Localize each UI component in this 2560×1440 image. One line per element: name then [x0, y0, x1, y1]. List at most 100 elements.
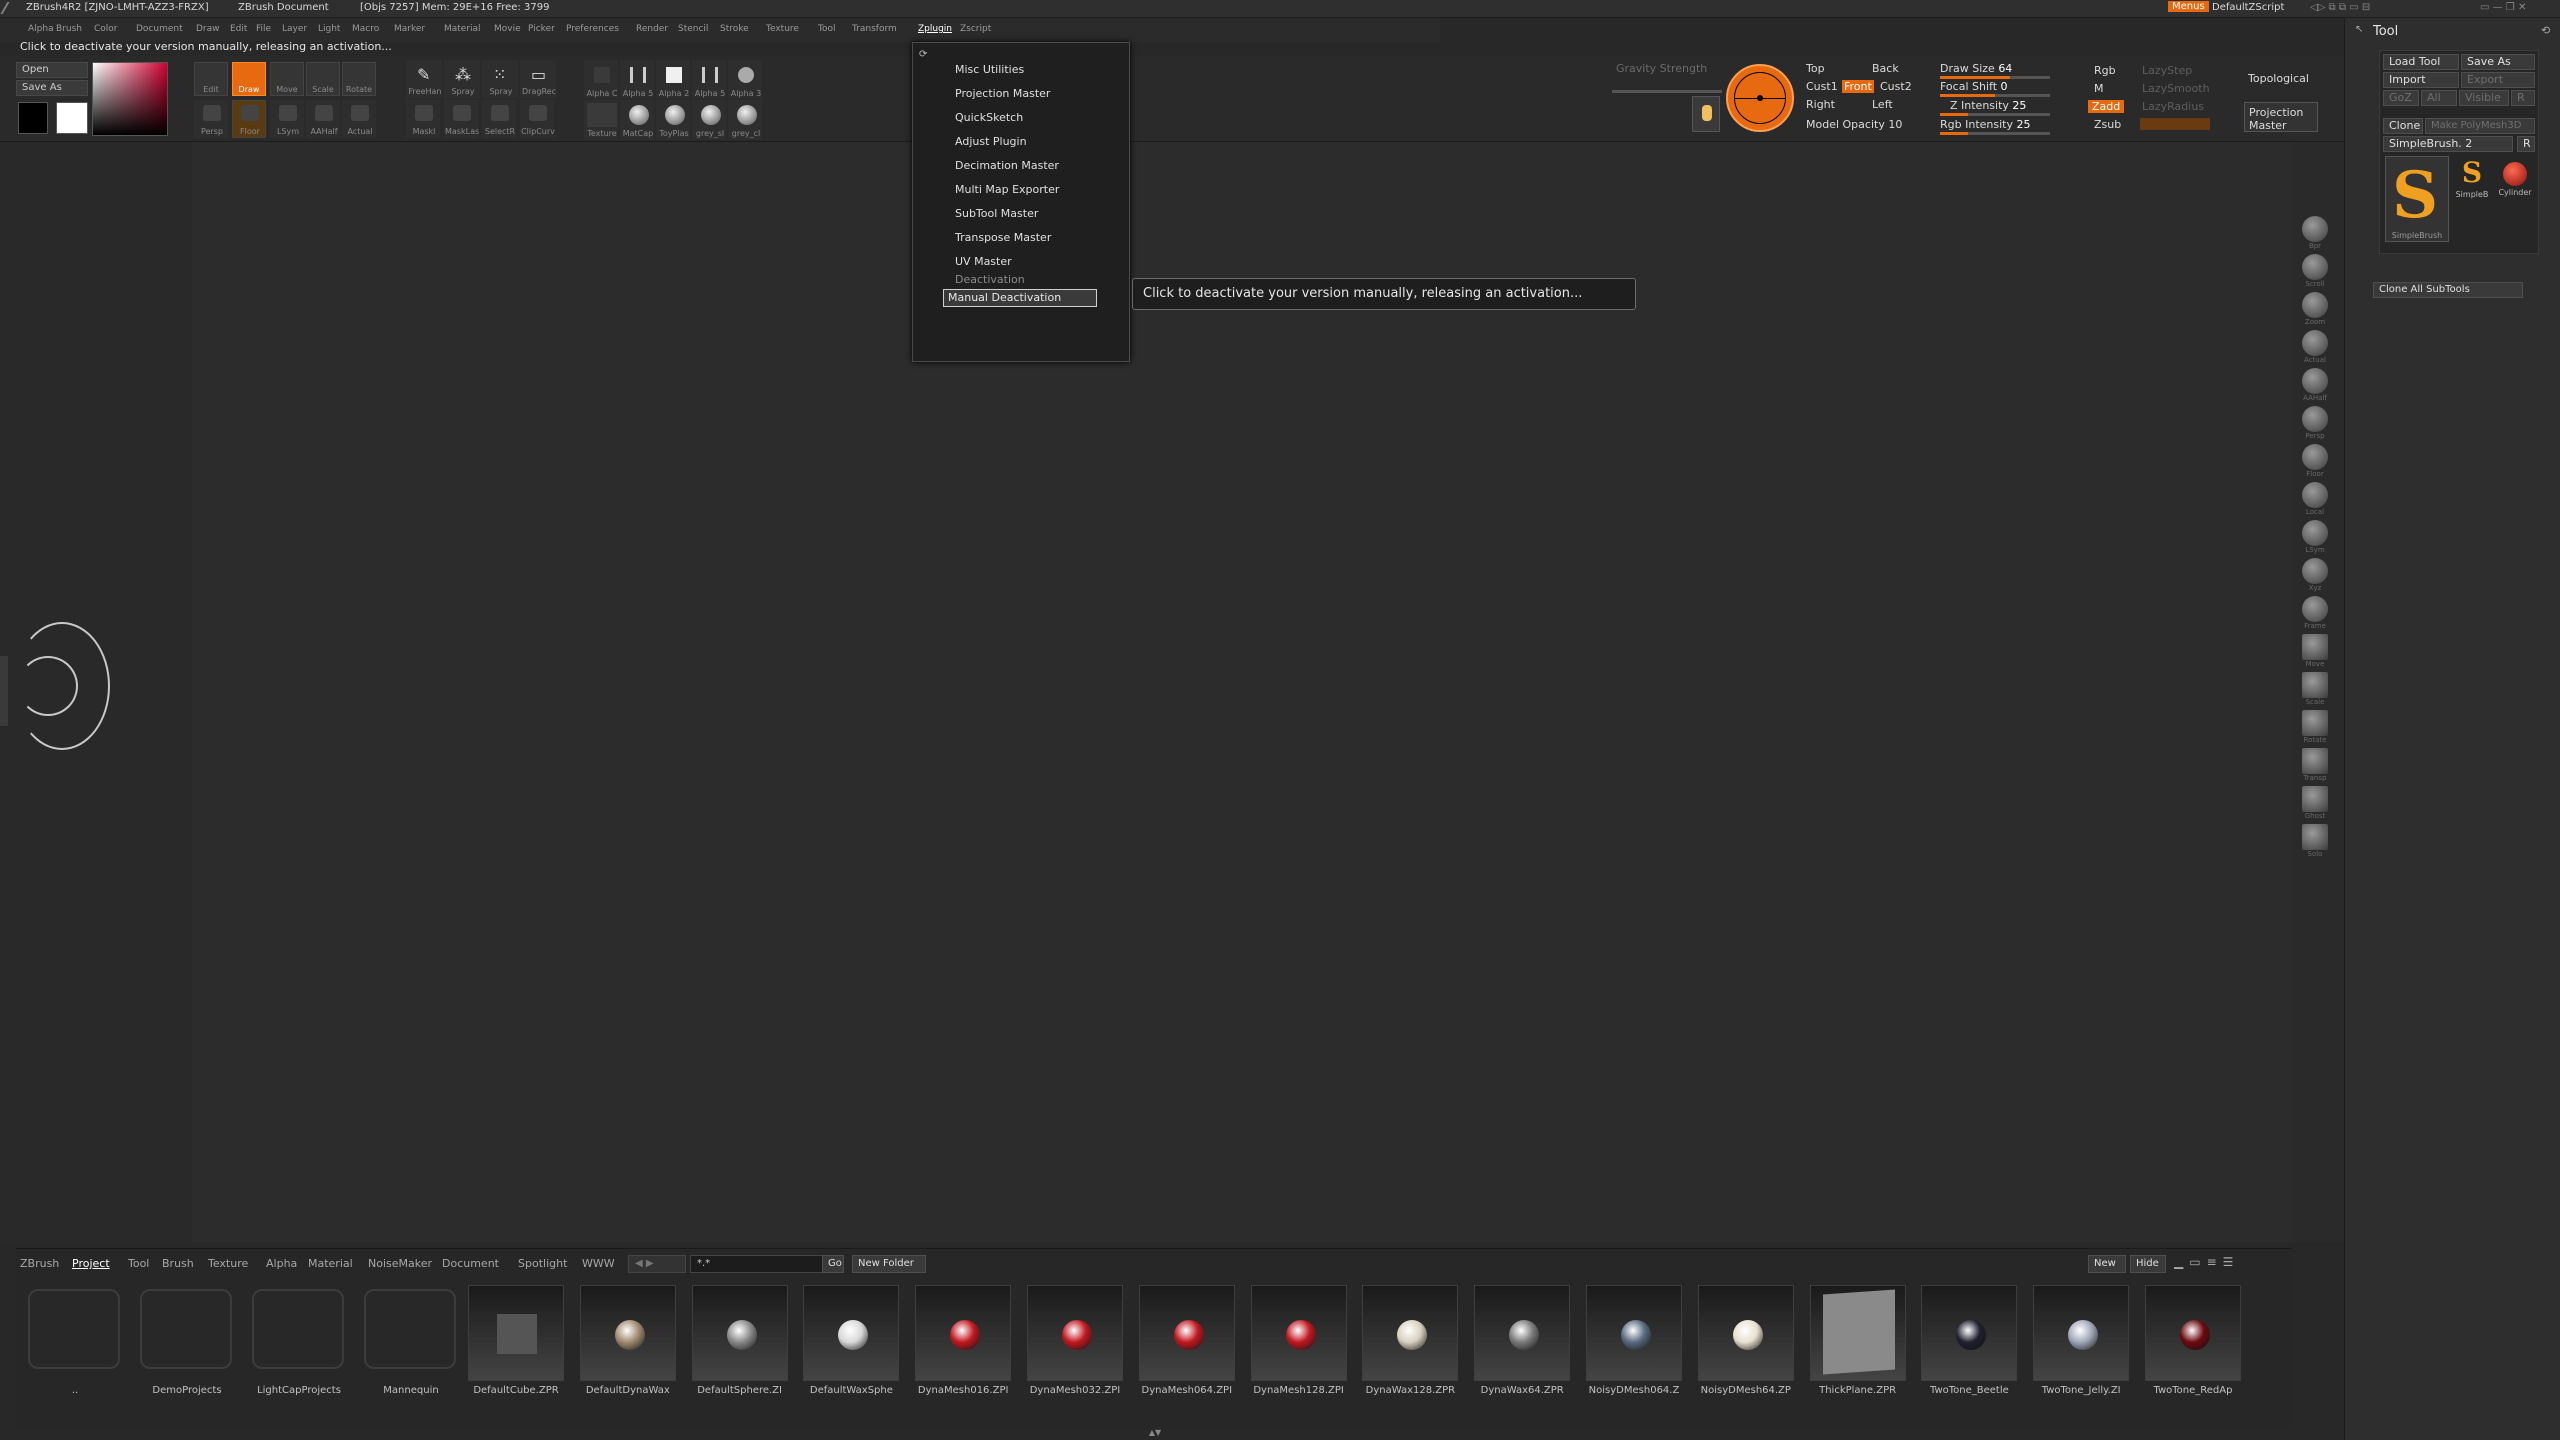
cylinder-thumbnail[interactable]: Cylinder [2495, 156, 2535, 210]
plugin-uv-master[interactable]: UV Master [955, 255, 1012, 268]
menu-render[interactable]: Render [636, 24, 668, 34]
menu-material[interactable]: Material [444, 24, 481, 34]
palette-pin-icon[interactable]: ⟲ [2541, 24, 2550, 37]
menu-document[interactable]: Document [136, 24, 183, 34]
tray-scale-icon[interactable] [2302, 672, 2328, 698]
menu-picker[interactable]: Picker [528, 24, 555, 34]
menu-tool[interactable]: Tool [818, 24, 835, 34]
alpha-3[interactable]: Alpha 5 [692, 60, 726, 98]
draw-size-label[interactable]: Draw Size 64 [1940, 62, 2012, 75]
plugin-subtool-master[interactable]: SubTool Master [955, 207, 1038, 220]
mode-actual[interactable]: Actual [342, 100, 376, 138]
main-color-swatch[interactable] [56, 102, 88, 134]
mode-lsym[interactable]: LSym [270, 100, 304, 138]
save-as-button[interactable]: Save As [16, 80, 88, 96]
mode-aahalf[interactable]: AAHalf [306, 100, 340, 138]
lightbox-tab-tool[interactable]: Tool [128, 1257, 149, 1270]
zsub-toggle[interactable]: Zsub [2094, 118, 2121, 131]
mode-clipcurv[interactable]: ClipCurv [520, 100, 555, 138]
lightbox-tab-noisemaker[interactable]: NoiseMaker [368, 1257, 432, 1270]
material-0[interactable]: Texture [584, 100, 618, 140]
rgb-intensity-slider[interactable] [1940, 132, 1968, 135]
lightbox-tab-alpha[interactable]: Alpha [266, 1257, 297, 1270]
lightbox-search-input[interactable]: *.* [690, 1255, 830, 1273]
simpleb-thumbnail[interactable]: S SimpleB [2453, 156, 2491, 210]
menu-movie[interactable]: Movie [494, 24, 521, 34]
plugin-misc-utilities[interactable]: Misc Utilities [955, 63, 1024, 76]
menu-stroke[interactable]: Stroke [720, 24, 749, 34]
current-tool-slider[interactable]: SimpleBrush. 2 [2383, 136, 2513, 152]
visible-button[interactable]: Visible [2459, 90, 2509, 106]
folder-icon[interactable] [28, 1289, 120, 1369]
mode-maskl[interactable]: Maskl [406, 100, 440, 138]
tray-floor-icon[interactable] [2302, 444, 2328, 470]
file-thumbnail[interactable] [1586, 1285, 1682, 1381]
draw-size-slider[interactable] [1940, 76, 2011, 79]
menu-layer[interactable]: Layer [282, 24, 307, 34]
alpha-4[interactable]: Alpha 3 [728, 60, 762, 98]
simplebrush-thumbnail[interactable]: S SimpleBrush [2385, 156, 2449, 242]
focal-shift-slider[interactable] [1940, 94, 1995, 97]
r-button[interactable]: R [2511, 90, 2535, 106]
lightbox-tab-material[interactable]: Material [308, 1257, 353, 1270]
manual-deactivation-button[interactable]: Manual Deactivation [943, 289, 1097, 307]
view-mode-icons[interactable]: ▁▭≡☰ [2174, 1255, 2274, 1273]
file-thumbnail[interactable] [1809, 1285, 1906, 1381]
mode-selectr[interactable]: SelectR [482, 100, 516, 138]
projection-master-button[interactable]: Projection Master [2244, 102, 2318, 132]
view-cust1-button[interactable]: Cust1 [1806, 80, 1838, 93]
tray-local-icon[interactable] [2302, 482, 2328, 508]
clone-button[interactable]: Clone [2383, 118, 2423, 134]
file-thumbnail[interactable] [691, 1285, 788, 1381]
mode-persp[interactable]: Persp [194, 100, 228, 138]
tray-aahalf-icon[interactable] [2302, 368, 2328, 394]
hide-button[interactable]: Hide [2130, 1255, 2166, 1273]
tray-scroll-icon[interactable] [2302, 254, 2328, 280]
file-thumbnail[interactable] [1697, 1285, 1794, 1381]
tray-xyz-icon[interactable] [2302, 558, 2328, 584]
file-thumbnail[interactable] [1474, 1285, 1571, 1381]
menu-color[interactable]: Color [94, 24, 118, 34]
material-1[interactable]: MatCap [620, 100, 654, 140]
file-thumbnail[interactable] [803, 1285, 900, 1381]
tool-save-as-button[interactable]: Save As [2461, 54, 2535, 70]
view-cust2-button[interactable]: Cust2 [1880, 80, 1912, 93]
draw-mode-draw[interactable]: Draw [232, 62, 266, 96]
all-button[interactable]: All [2421, 90, 2457, 106]
lightbox-tab-project[interactable]: Project [72, 1257, 110, 1270]
plugin-decimation-master[interactable]: Decimation Master [955, 159, 1059, 172]
make-polymesh-button[interactable]: Make PolyMesh3D [2425, 118, 2535, 134]
model-opacity-label[interactable]: Model Opacity 10 [1806, 118, 1902, 131]
left-tray-handle[interactable] [0, 656, 8, 726]
tray-frame-icon[interactable] [2302, 596, 2328, 622]
menu-edit[interactable]: Edit [230, 24, 247, 34]
lightbox-nav-arrows-icon[interactable]: ◀ ▶ [628, 1255, 686, 1273]
export-button[interactable]: Export [2461, 72, 2535, 88]
tray-zoom-icon[interactable] [2302, 292, 2328, 318]
lazy-radius-label[interactable]: LazyRadius [2142, 100, 2204, 113]
plugin-transpose-master[interactable]: Transpose Master [955, 231, 1051, 244]
lightbox-tab-texture[interactable]: Texture [208, 1257, 248, 1270]
open-button[interactable]: Open [16, 62, 88, 78]
clone-all-subtools-button[interactable]: Clone All SubTools [2373, 282, 2523, 298]
m-toggle[interactable]: M [2094, 82, 2104, 95]
stroke-1[interactable]: ⁂ Spray [444, 60, 480, 98]
menu-zplugin[interactable]: Zplugin [918, 24, 952, 34]
new-folder-button[interactable]: New Folder [852, 1255, 926, 1273]
secondary-color-swatch[interactable] [18, 102, 48, 134]
tray-bpr-icon[interactable] [2302, 216, 2328, 242]
menu-texture[interactable]: Texture [766, 24, 799, 34]
menu-alpha[interactable]: Alpha [28, 24, 54, 34]
stroke-3[interactable]: ▭ DragRec [520, 60, 556, 98]
file-thumbnail[interactable] [2145, 1285, 2241, 1381]
gravity-slider[interactable] [1612, 90, 1722, 93]
menu-stencil[interactable]: Stencil [678, 24, 708, 34]
alpha-0[interactable]: Alpha C [584, 60, 618, 98]
menu-zscript[interactable]: Zscript [960, 24, 991, 34]
mode-floor[interactable]: Floor [232, 100, 266, 138]
script-label[interactable]: DefaultZScript [2212, 2, 2284, 13]
menu-macro[interactable]: Macro [352, 24, 379, 34]
menu-preferences[interactable]: Preferences [566, 24, 619, 34]
tray-move-icon[interactable] [2302, 634, 2328, 660]
material-4[interactable]: grey_cl [728, 100, 762, 140]
